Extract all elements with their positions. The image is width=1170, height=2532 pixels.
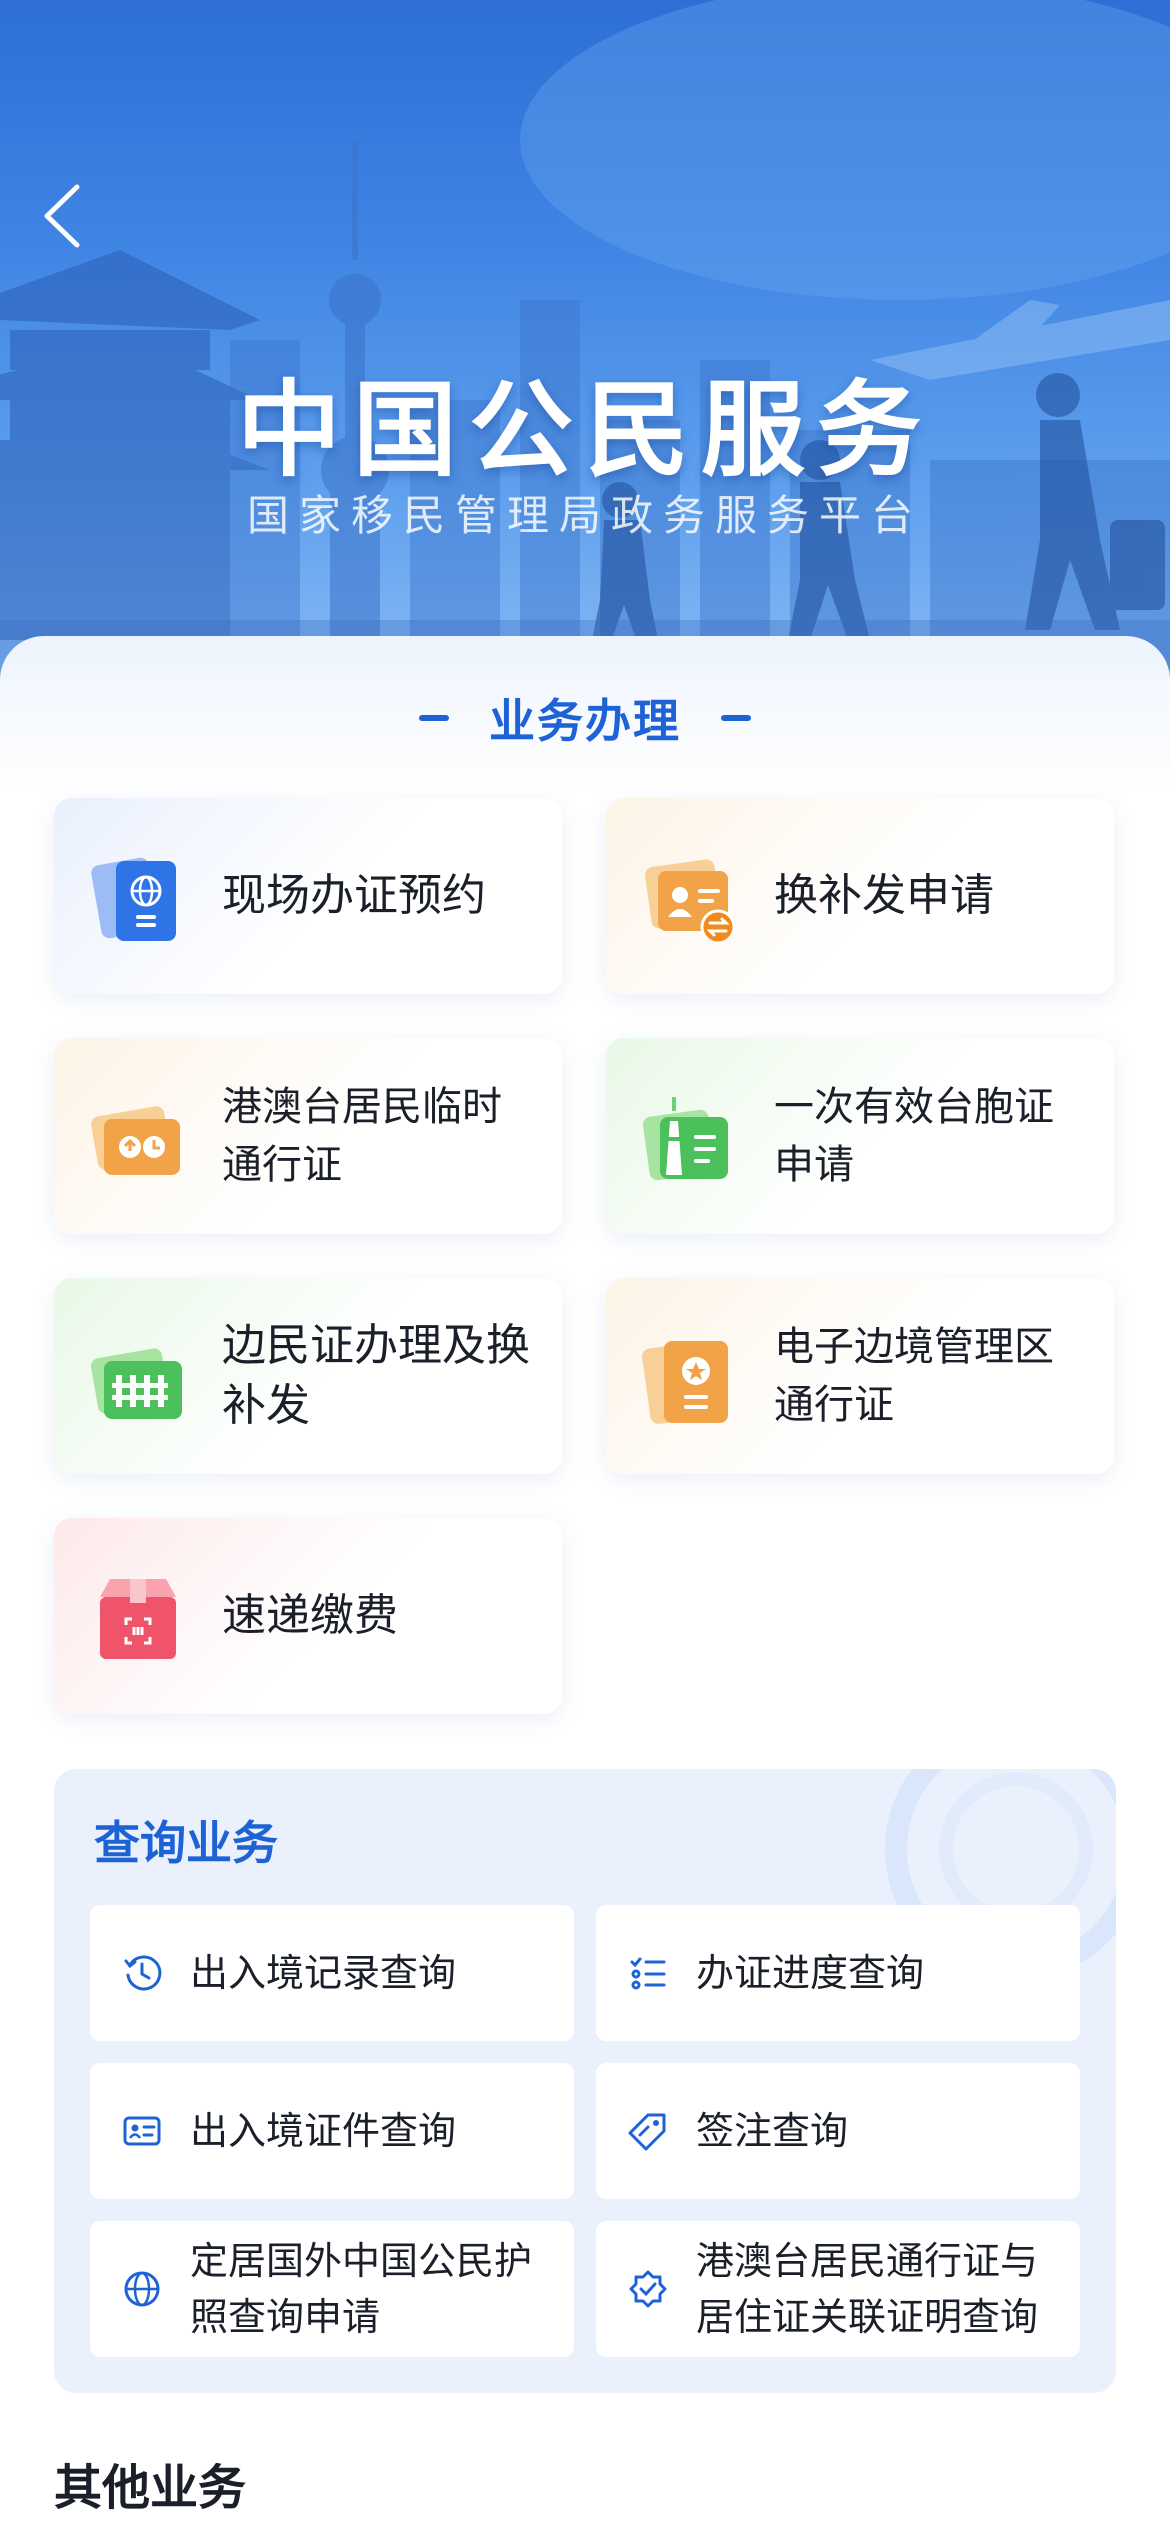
page-title: 中国公民服务 — [236, 369, 933, 491]
star-badge-document-icon — [642, 1341, 728, 1424]
heading-dash-left — [419, 715, 449, 721]
query-overseas-passport[interactable]: 定居国外中国公民护照查询申请 — [90, 2221, 574, 2357]
id-card-exchange-icon — [645, 859, 736, 945]
card-replacement-application[interactable]: 换补发申请 — [606, 798, 1114, 994]
history-clock-icon — [124, 1955, 162, 1991]
card-label: 换补发申请 — [774, 870, 994, 921]
business-section-header: 业务办理 — [0, 688, 1170, 748]
heading-dash-right — [721, 715, 751, 721]
query-section-title: 查询业务 — [94, 1816, 278, 1870]
card-label: 一次有效台胞证申请 — [774, 1084, 1054, 1188]
card-hk-macao-taiwan-temporary-permit[interactable]: 港澳台居民临时通行证 — [54, 1038, 562, 1234]
hero-banner: 中国公民服务 国家移民管理局政务服务平台 — [0, 0, 1170, 700]
travel-permit-icon — [91, 1106, 180, 1175]
page-subtitle: 国家移民管理局政务服务平台 — [246, 491, 923, 540]
business-section-title: 业务办理 — [489, 694, 681, 748]
card-label: 边民证办理及换补发 — [222, 1320, 530, 1431]
passport-globe-icon — [91, 857, 176, 941]
tower-document-icon — [642, 1097, 728, 1181]
query-application-progress[interactable]: 办证进度查询 — [596, 1905, 1080, 2041]
other-services-title: 其他业务 — [54, 2460, 247, 2516]
tag-edit-icon — [628, 2113, 666, 2151]
card-border-resident-permit[interactable]: 边民证办理及换补发 — [54, 1278, 562, 1474]
query-item-label: 出入境证件查询 — [190, 2109, 457, 2153]
parcel-scan-icon — [100, 1579, 176, 1659]
card-label: 速递缴费 — [222, 1590, 398, 1641]
main-sheet: 业务办理 现场办证预约 换补发申请 港澳台居民临时通行证 一次有效台胞证申请 边… — [0, 636, 1170, 2532]
id-card-icon — [123, 2116, 161, 2146]
query-item-label: 港澳台居民通行证与居住证关联证明查询 — [696, 2239, 1039, 2339]
query-item-label: 签注查询 — [696, 2109, 849, 2153]
card-label: 港澳台居民临时通行证 — [222, 1084, 502, 1188]
back-button[interactable] — [22, 176, 102, 256]
card-one-time-taiwan-compatriot-permit[interactable]: 一次有效台胞证申请 — [606, 1038, 1114, 1234]
query-endorsement[interactable]: 签注查询 — [596, 2063, 1080, 2199]
card-express-payment[interactable]: 速递缴费 — [54, 1518, 562, 1714]
verified-badge-icon — [629, 2270, 667, 2308]
border-fence-card-icon — [90, 1348, 182, 1419]
query-entry-exit-documents[interactable]: 出入境证件查询 — [90, 2063, 574, 2199]
checklist-icon — [630, 1957, 666, 1990]
card-electronic-border-area-pass[interactable]: 电子边境管理区通行证 — [606, 1278, 1114, 1474]
query-permit-residence-link-certificate[interactable]: 港澳台居民通行证与居住证关联证明查询 — [596, 2221, 1080, 2357]
query-item-label: 办证进度查询 — [696, 1951, 925, 1995]
query-item-label: 定居国外中国公民护照查询申请 — [190, 2239, 533, 2339]
card-label: 电子边境管理区通行证 — [774, 1324, 1054, 1428]
card-label: 现场办证预约 — [222, 870, 486, 921]
chevron-left-icon — [44, 184, 80, 248]
query-entry-exit-records[interactable]: 出入境记录查询 — [90, 1905, 574, 2041]
globe-icon — [124, 2271, 160, 2307]
query-services-panel: 查询业务 出入境记录查询 办证进度查询 出入境证件查询 签注查询 定居国外中国公… — [54, 1769, 1116, 2393]
query-item-label: 出入境记录查询 — [190, 1951, 457, 1995]
card-onsite-appointment[interactable]: 现场办证预约 — [54, 798, 562, 994]
